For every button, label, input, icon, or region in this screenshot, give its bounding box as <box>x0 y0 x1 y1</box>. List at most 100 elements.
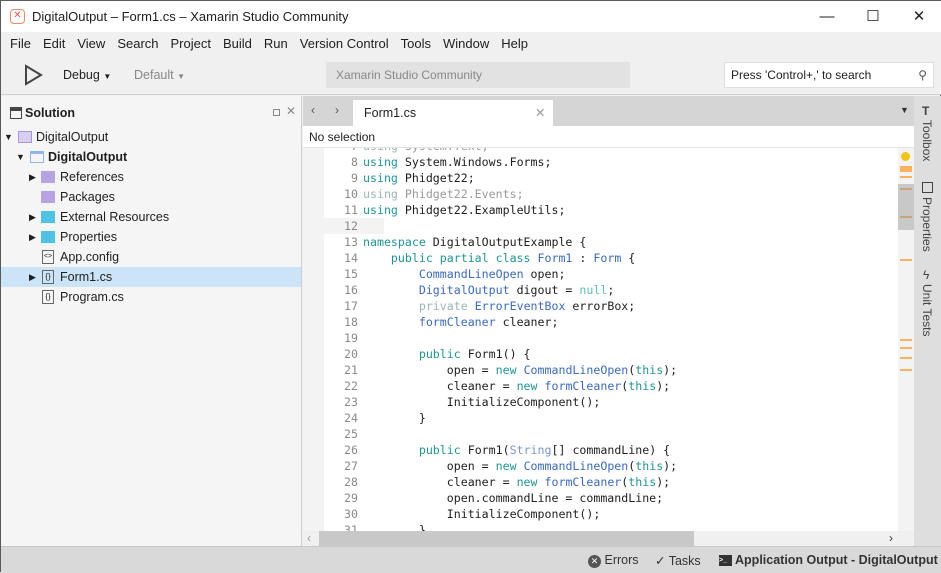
tree-item-program-cs[interactable]: {} Program.cs <box>1 287 301 307</box>
code-token: CommandLineOpen <box>523 363 629 377</box>
code-token: ); <box>656 475 671 489</box>
code-token: ); <box>656 379 671 393</box>
search-input[interactable]: Press 'Control+,' to search ⚲ <box>724 62 934 88</box>
line-number: 31 <box>344 523 358 531</box>
application-output-label: Application Output - DigitalOutput <box>735 553 938 567</box>
line-number: 13 <box>344 235 358 249</box>
menu-window[interactable]: Window <box>437 32 495 56</box>
tree-item-references[interactable]: ▶ References <box>1 167 301 187</box>
collapsed-arrow-icon[interactable]: ▶ <box>29 267 36 287</box>
tree-item-project[interactable]: ▼ DigitalOutput <box>1 147 301 167</box>
warning-marker-icon <box>901 152 910 161</box>
packages-folder-icon <box>41 191 55 203</box>
code-line: 24 } <box>324 410 677 426</box>
collapsed-arrow-icon[interactable]: ▶ <box>29 167 36 187</box>
configuration-label: Debug <box>63 68 100 82</box>
tree-item-properties[interactable]: ▶ Properties <box>1 227 301 247</box>
code-token: DigitalOutput <box>418 283 510 297</box>
tree-item-label: Packages <box>60 190 115 204</box>
line-number: 27 <box>344 459 358 473</box>
errors-button[interactable]: ✕ Errors <box>588 553 639 568</box>
tree-item-form1-cs[interactable]: ▶ {} Form1.cs <box>1 267 301 287</box>
tree-item-label: Properties <box>60 230 117 244</box>
line-number: 8 <box>351 155 358 169</box>
menu-run[interactable]: Run <box>258 32 294 56</box>
code-line: 21 open = new CommandLineOpen(this); <box>324 362 677 378</box>
vertical-scrollbar[interactable] <box>898 148 914 531</box>
code-token: namespace <box>363 235 426 249</box>
status-display: Xamarin Studio Community <box>326 62 630 88</box>
expanded-arrow-icon[interactable]: ▼ <box>4 127 13 147</box>
menu-tools[interactable]: Tools <box>395 32 437 56</box>
nav-forward-button[interactable]: › <box>335 103 339 117</box>
code-token: CommandLineOpen <box>418 267 524 281</box>
line-number: 19 <box>344 331 358 345</box>
close-tab-icon[interactable]: ✕ <box>535 100 545 126</box>
change-marker <box>900 188 912 190</box>
menu-edit[interactable]: Edit <box>37 32 71 56</box>
tree-item-app-config[interactable]: <> App.config <box>1 247 301 267</box>
line-number: 9 <box>351 171 358 185</box>
tree-item-solution[interactable]: ▼ DigitalOutput <box>1 127 301 147</box>
collapsed-arrow-icon[interactable]: ▶ <box>29 227 36 247</box>
code-token: new <box>495 363 517 377</box>
code-line: 25 <box>324 426 677 442</box>
code-token: this <box>628 475 657 489</box>
scroll-right-button[interactable]: › <box>889 531 893 545</box>
menu-view[interactable]: View <box>71 32 111 56</box>
code-token: open = <box>363 459 496 473</box>
maximize-button[interactable]: ☐ <box>850 1 896 32</box>
maximize-pad-button[interactable] <box>273 109 280 116</box>
scrollbar-thumb[interactable] <box>898 184 914 230</box>
solution-icon <box>18 131 32 143</box>
scrollbar-thumb[interactable] <box>319 531 694 546</box>
menu-help[interactable]: Help <box>495 32 534 56</box>
code-line: 9 using Phidget22; <box>324 170 677 186</box>
toolbox-pad-tab[interactable]: Toolbox <box>920 120 934 161</box>
target-dropdown[interactable]: Default ▼ <box>134 68 185 82</box>
expanded-arrow-icon[interactable]: ▼ <box>16 147 25 167</box>
code-token: using <box>363 171 398 185</box>
collapsed-arrow-icon[interactable]: ▶ <box>29 207 36 227</box>
menu-project[interactable]: Project <box>165 32 217 56</box>
code-editor[interactable]: 7using System.Text;8using System.Windows… <box>303 148 898 531</box>
menu-search[interactable]: Search <box>111 32 164 56</box>
tab-form1-cs[interactable]: Form1.cs ✕ <box>353 100 553 126</box>
code-token: this <box>635 459 664 473</box>
nav-back-button[interactable]: ‹ <box>311 103 315 117</box>
menu-version-control[interactable]: Version Control <box>294 32 395 56</box>
unit-tests-pad-tab[interactable]: Unit Tests <box>920 284 934 336</box>
tasks-button[interactable]: ✓ Tasks <box>655 553 701 568</box>
line-number: 14 <box>344 251 358 265</box>
properties-pad-tab[interactable]: Properties <box>920 197 934 252</box>
menu-bar: File Edit View Search Project Build Run … <box>1 32 941 56</box>
properties-icon <box>922 182 933 193</box>
line-number: 25 <box>344 427 358 441</box>
close-pad-button[interactable]: ✕ <box>286 104 296 118</box>
scroll-left-button[interactable]: ‹ <box>307 531 311 545</box>
minimize-button[interactable]: — <box>804 1 850 32</box>
application-output-button[interactable]: >_ Application Output - DigitalOutput <box>719 553 938 567</box>
menu-build[interactable]: Build <box>217 32 258 56</box>
code-token: : <box>572 251 594 265</box>
pad-title: Solution <box>25 106 75 120</box>
code-token: { <box>621 251 636 265</box>
breadcrumb[interactable]: No selection <box>303 126 914 148</box>
close-button[interactable]: ✕ <box>896 1 941 32</box>
run-button[interactable] <box>23 64 43 89</box>
target-label: Default <box>134 68 174 82</box>
line-number: 23 <box>344 395 358 409</box>
configuration-dropdown[interactable]: Debug ▼ <box>63 68 111 82</box>
tree-item-packages[interactable]: Packages <box>1 187 301 207</box>
tree-item-external-resources[interactable]: ▶ External Resources <box>1 207 301 227</box>
code-line: 8 using System.Windows.Forms; <box>324 154 677 170</box>
line-number: 20 <box>344 347 358 361</box>
horizontal-scrollbar[interactable]: ‹ › <box>303 531 914 546</box>
line-number: 16 <box>344 283 358 297</box>
menu-file[interactable]: File <box>4 32 37 56</box>
tab-list-dropdown[interactable]: ▼ <box>900 105 909 115</box>
code-token: new <box>516 379 538 393</box>
code-line: 29 open.commandLine = commandLine; <box>324 490 677 506</box>
